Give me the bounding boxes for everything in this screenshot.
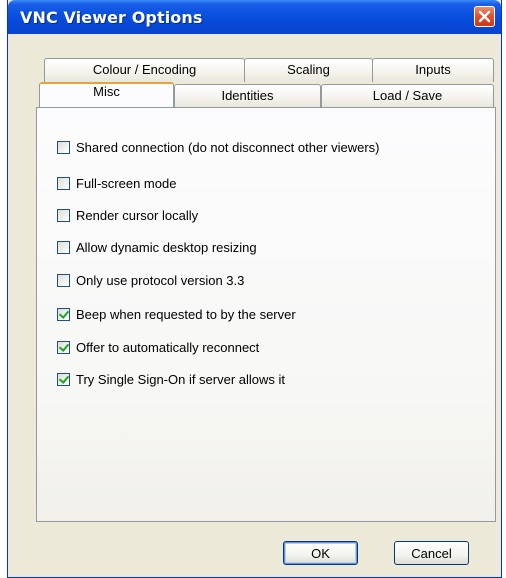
vnc-viewer-options-dialog: VNC Viewer Options Colour / Encoding Sca…: [7, 0, 502, 578]
close-button[interactable]: [474, 6, 495, 27]
option-render-cursor[interactable]: Render cursor locally: [57, 206, 198, 224]
option-auto-reconnect[interactable]: Offer to automatically reconnect: [57, 338, 259, 356]
render-cursor-checkbox[interactable]: [57, 208, 70, 222]
auto-reconnect-checkbox[interactable]: [57, 340, 70, 354]
title-bar[interactable]: VNC Viewer Options: [8, 0, 501, 34]
window-title: VNC Viewer Options: [20, 8, 203, 27]
option-label: Full-screen mode: [76, 175, 177, 191]
tab-identities[interactable]: Identities: [174, 84, 321, 107]
option-label: Try Single Sign-On if server allows it: [76, 371, 286, 387]
tab-colour-encoding[interactable]: Colour / Encoding: [44, 58, 245, 82]
tab-label: Misc: [93, 84, 120, 99]
dynamic-resizing-checkbox[interactable]: [57, 240, 70, 254]
tab-inputs[interactable]: Inputs: [372, 58, 494, 82]
option-label: Beep when requested to by the server: [76, 306, 296, 322]
option-label: Render cursor locally: [76, 207, 199, 223]
option-dynamic-resizing[interactable]: Allow dynamic desktop resizing: [57, 238, 257, 256]
cancel-button-label: Cancel: [411, 545, 452, 561]
tab-label: Colour / Encoding: [92, 62, 197, 77]
beep-checkbox[interactable]: [57, 307, 70, 321]
close-icon: [478, 10, 491, 23]
shared-connection-checkbox[interactable]: [57, 140, 70, 154]
tab-scaling[interactable]: Scaling: [244, 58, 373, 82]
cancel-button[interactable]: Cancel: [394, 541, 469, 565]
full-screen-checkbox[interactable]: [57, 176, 70, 190]
protocol-3-3-checkbox[interactable]: [57, 273, 70, 287]
option-protocol-3-3[interactable]: Only use protocol version 3.3: [57, 271, 244, 289]
option-shared-connection[interactable]: Shared connection (do not disconnect oth…: [57, 138, 380, 156]
single-sign-on-checkbox[interactable]: [57, 372, 70, 386]
option-full-screen[interactable]: Full-screen mode: [57, 174, 176, 192]
misc-tab-panel: Shared connection (do not disconnect oth…: [36, 107, 496, 522]
tab-label: Scaling: [287, 62, 330, 77]
ok-button[interactable]: OK: [283, 541, 358, 565]
ok-button-label: OK: [311, 545, 330, 561]
tab-label: Load / Save: [372, 88, 443, 103]
dialog-body: Colour / Encoding Scaling Inputs Misc Id…: [11, 34, 498, 574]
option-single-sign-on[interactable]: Try Single Sign-On if server allows it: [57, 370, 285, 388]
tab-misc[interactable]: Misc: [39, 82, 174, 107]
option-label: Allow dynamic desktop resizing: [76, 239, 257, 255]
tab-load-save[interactable]: Load / Save: [321, 84, 494, 107]
option-label: Offer to automatically reconnect: [76, 339, 260, 355]
option-beep[interactable]: Beep when requested to by the server: [57, 305, 296, 323]
tab-label: Identities: [221, 88, 274, 103]
option-label: Only use protocol version 3.3: [76, 272, 245, 288]
tab-label: Inputs: [415, 62, 451, 77]
option-label: Shared connection (do not disconnect oth…: [76, 139, 380, 155]
